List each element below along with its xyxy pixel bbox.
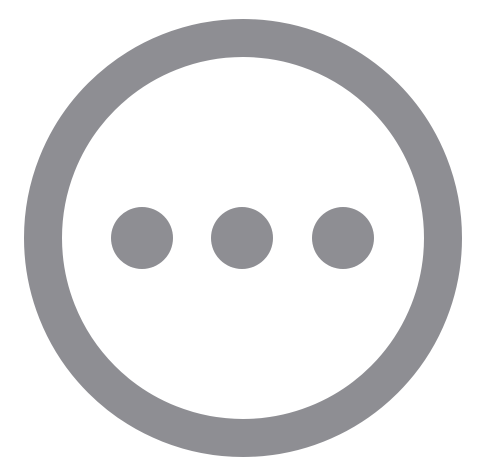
icon-dot-left bbox=[111, 207, 173, 269]
more-options-button[interactable] bbox=[0, 0, 480, 470]
icon-dot-center bbox=[211, 207, 273, 269]
icon-canvas bbox=[0, 0, 480, 470]
icon-dot-right bbox=[312, 207, 374, 269]
more-options-icon bbox=[24, 19, 462, 457]
